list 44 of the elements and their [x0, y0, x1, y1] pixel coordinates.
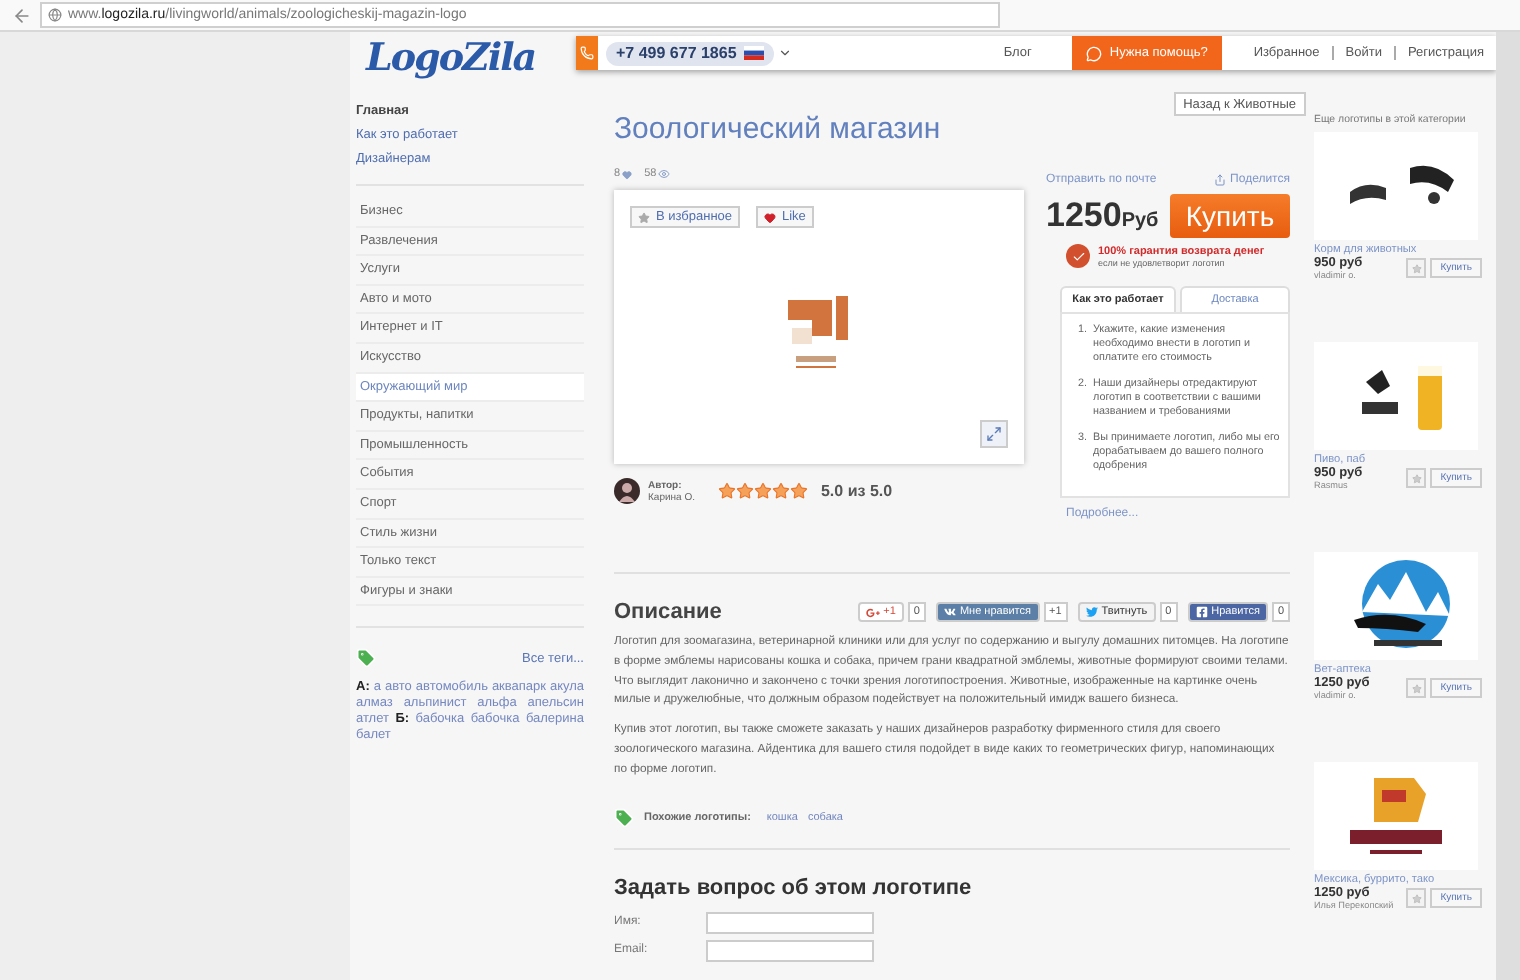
- star-icon: [1411, 893, 1422, 903]
- star-icon: [1411, 683, 1422, 693]
- globe-icon: [48, 8, 62, 22]
- rating-text: 5.0 из 5.0: [820, 482, 893, 500]
- favorite-button[interactable]: [1406, 258, 1427, 278]
- google-plus-icon: [865, 605, 880, 619]
- phone-selector[interactable]: +7 499 677 1865: [606, 41, 775, 65]
- section-title: Описание: [614, 600, 722, 624]
- site-logo[interactable]: LogoZila: [350, 36, 576, 80]
- star-icon: [772, 482, 791, 500]
- expand-button[interactable]: [980, 420, 1008, 448]
- vk-icon: [943, 606, 956, 618]
- flag-icon: [744, 46, 765, 60]
- buy-button[interactable]: Купить: [1170, 194, 1290, 238]
- heart-icon: [622, 169, 633, 179]
- back-icon[interactable]: [12, 5, 32, 25]
- favorite-button[interactable]: [1406, 468, 1427, 488]
- chat-icon: [1085, 45, 1102, 61]
- star-icon: [718, 482, 737, 500]
- price: 1250Руб: [1046, 196, 1159, 236]
- input-field[interactable]: [706, 911, 874, 934]
- tag-icon: [614, 807, 634, 828]
- star-icon: [1411, 263, 1422, 273]
- caret-icon[interactable]: [778, 46, 793, 60]
- favorite-button[interactable]: [1406, 678, 1427, 698]
- star-icon: [638, 211, 650, 223]
- input-field[interactable]: [706, 939, 874, 962]
- facebook-icon: [1195, 606, 1208, 618]
- favorite-button[interactable]: [1406, 888, 1427, 908]
- avatar: [614, 478, 640, 504]
- expand-icon: [986, 426, 1002, 442]
- star-icon: [736, 482, 755, 500]
- star-icon: [754, 482, 773, 500]
- share-icon: [1214, 174, 1227, 186]
- eye-icon: [658, 168, 671, 180]
- page-title: Зоологический магазин: [614, 112, 943, 146]
- bird-icon: [1085, 606, 1098, 618]
- scrollbar[interactable]: [1496, 32, 1520, 980]
- section-title: Задать вопрос об этом логотипе: [614, 875, 974, 900]
- star-icon: [1411, 473, 1422, 483]
- heart-icon: [764, 211, 776, 223]
- tag-icon: [356, 648, 376, 669]
- star-icon: [790, 482, 809, 500]
- check-badge-icon: [1066, 244, 1090, 268]
